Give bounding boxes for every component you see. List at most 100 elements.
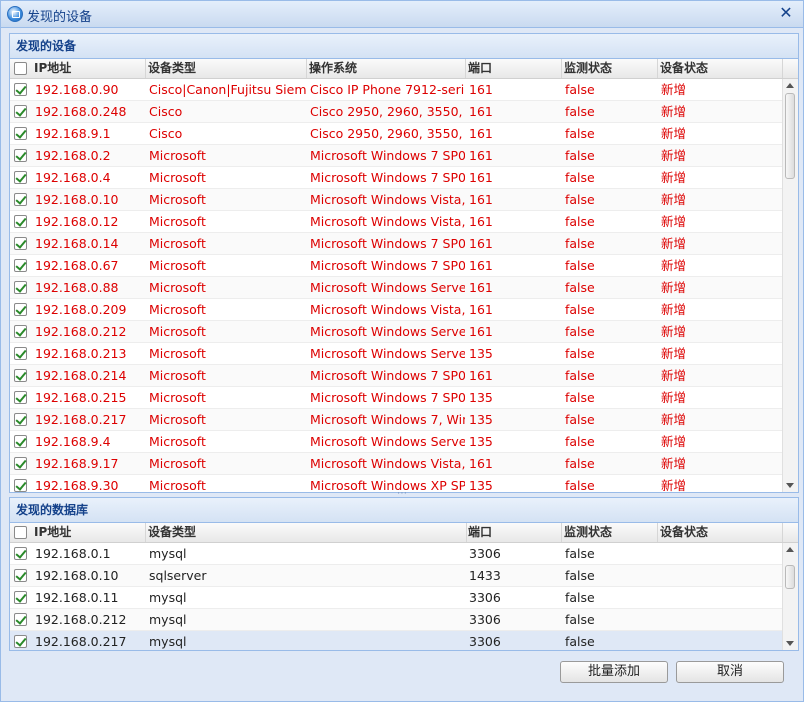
row-checkbox[interactable] — [14, 281, 27, 294]
row-checkbox[interactable] — [14, 413, 27, 426]
cell-os: Microsoft Windows 7 SP0 - SP1 — [310, 390, 465, 405]
column-header-monitor-status[interactable]: 监测状态 — [562, 523, 658, 542]
cell-device-type: Microsoft — [149, 478, 206, 492]
row-checkbox[interactable] — [14, 591, 27, 604]
window-title: 发现的设备 — [27, 10, 93, 25]
batch-add-button[interactable]: 批量添加 — [560, 661, 668, 683]
table-row[interactable]: 192.168.0.1 mysql 3306 false — [10, 543, 798, 565]
table-row[interactable]: 192.168.0.4 Microsoft Microsoft Windows 7 … — [10, 167, 798, 189]
table-row[interactable]: 192.168.9.4 Microsoft Microsoft Windows Se… — [10, 431, 798, 453]
table-row[interactable]: 192.168.0.215 Microsoft Microsoft Windows … — [10, 387, 798, 409]
discovered-devices-window: 发现的设备 ✕ 发现的设备 IP地址 设备类型 操作系统 端口 监测状态 设备状态 192… — [0, 0, 804, 702]
cell-ip: 192.168.0.214 — [35, 368, 127, 383]
column-header-ip[interactable]: IP地址 — [32, 59, 146, 78]
table-row[interactable]: 192.168.0.212 mysql 3306 false — [10, 609, 798, 631]
scroll-up-icon[interactable] — [786, 547, 794, 552]
devices-scrollbar[interactable] — [782, 79, 798, 492]
cell-port: 161 — [469, 368, 493, 383]
row-checkbox[interactable] — [14, 171, 27, 184]
row-checkbox[interactable] — [14, 83, 27, 96]
column-header-os[interactable]: 操作系统 — [307, 59, 466, 78]
cell-port: 161 — [469, 170, 493, 185]
column-header-device-status[interactable]: 设备状态 — [658, 523, 783, 542]
cell-device-status — [661, 609, 782, 630]
title-bar[interactable]: 发现的设备 ✕ — [1, 1, 803, 28]
row-checkbox[interactable] — [14, 435, 27, 448]
cell-device-type: Microsoft — [149, 280, 206, 295]
cell-port: 3306 — [469, 590, 501, 605]
cell-monitor-status: false — [565, 104, 595, 119]
table-row[interactable]: 192.168.0.90 Cisco|Canon|Fujitsu Siemens C… — [10, 79, 798, 101]
table-row[interactable]: 192.168.0.248 Cisco Cisco 2950, 2960, 3550… — [10, 101, 798, 123]
row-checkbox[interactable] — [14, 457, 27, 470]
cell-os: Microsoft Windows 7 SP0 - SP1 — [310, 236, 465, 251]
table-row[interactable]: 192.168.0.217 mysql 3306 false — [10, 631, 798, 650]
row-checkbox[interactable] — [14, 347, 27, 360]
column-header-device-type[interactable]: 设备类型 — [146, 523, 467, 542]
column-header-port[interactable]: 端口 — [466, 523, 562, 542]
table-row[interactable]: 192.168.0.217 Microsoft Microsoft Windows … — [10, 409, 798, 431]
row-checkbox[interactable] — [14, 547, 27, 560]
row-checkbox[interactable] — [14, 149, 27, 162]
cancel-button[interactable]: 取消 — [676, 661, 784, 683]
row-checkbox[interactable] — [14, 259, 27, 272]
row-checkbox[interactable] — [14, 569, 27, 582]
cell-os: Microsoft Windows Server 2003 — [310, 434, 465, 449]
table-row[interactable]: 192.168.0.2 Microsoft Microsoft Windows 7 … — [10, 145, 798, 167]
table-row[interactable]: 192.168.0.10 sqlserver 1433 false — [10, 565, 798, 587]
column-header-port[interactable]: 端口 — [466, 59, 562, 78]
table-row[interactable]: 192.168.0.214 Microsoft Microsoft Windows … — [10, 365, 798, 387]
cell-os: Microsoft Windows Server 2008 — [310, 324, 465, 339]
cell-os: Microsoft Windows Server 2003 — [310, 346, 465, 361]
cell-monitor-status: false — [565, 434, 595, 449]
table-row[interactable]: 192.168.0.11 mysql 3306 false — [10, 587, 798, 609]
cell-ip: 192.168.0.215 — [35, 390, 127, 405]
scroll-down-icon[interactable] — [786, 483, 794, 488]
row-checkbox[interactable] — [14, 105, 27, 118]
table-row[interactable]: 192.168.0.88 Microsoft Microsoft Windows S… — [10, 277, 798, 299]
cell-device-status: 新增 — [661, 82, 687, 97]
column-header-monitor-status[interactable]: 监测状态 — [562, 59, 658, 78]
cell-device-type: mysql — [149, 546, 187, 561]
column-header-ip[interactable]: IP地址 — [32, 523, 146, 542]
column-header-device-status[interactable]: 设备状态 — [658, 59, 783, 78]
cell-device-status: 新增 — [661, 214, 687, 229]
cell-port: 161 — [469, 148, 493, 163]
scroll-thumb[interactable] — [785, 565, 795, 589]
scroll-up-icon[interactable] — [786, 83, 794, 88]
table-row[interactable]: 192.168.0.212 Microsoft Microsoft Windows … — [10, 321, 798, 343]
row-checkbox[interactable] — [14, 391, 27, 404]
row-checkbox[interactable] — [14, 325, 27, 338]
row-checkbox[interactable] — [14, 613, 27, 626]
table-row[interactable]: 192.168.0.209 Microsoft Microsoft Windows … — [10, 299, 798, 321]
row-checkbox[interactable] — [14, 303, 27, 316]
cell-ip: 192.168.0.10 — [35, 192, 119, 207]
row-checkbox[interactable] — [14, 215, 27, 228]
table-row[interactable]: 192.168.0.213 Microsoft Microsoft Windows … — [10, 343, 798, 365]
scroll-down-icon[interactable] — [786, 641, 794, 646]
cell-device-status: 新增 — [661, 148, 687, 163]
table-row[interactable]: 192.168.0.67 Microsoft Microsoft Windows 7… — [10, 255, 798, 277]
cell-port: 3306 — [469, 634, 501, 649]
row-checkbox[interactable] — [14, 635, 27, 648]
close-icon[interactable]: ✕ — [777, 4, 795, 22]
row-checkbox[interactable] — [14, 237, 27, 250]
row-checkbox[interactable] — [14, 369, 27, 382]
databases-scrollbar[interactable] — [782, 543, 798, 650]
table-row[interactable]: 192.168.9.1 Cisco Cisco 2950, 2960, 3550, … — [10, 123, 798, 145]
select-all-checkbox[interactable] — [14, 62, 27, 75]
table-row[interactable]: 192.168.9.17 Microsoft Microsoft Windows V… — [10, 453, 798, 475]
cell-port: 135 — [469, 478, 493, 492]
column-header-device-type[interactable]: 设备类型 — [146, 59, 307, 78]
row-checkbox[interactable] — [14, 193, 27, 206]
cell-port: 161 — [469, 280, 493, 295]
select-all-checkbox[interactable] — [14, 526, 27, 539]
table-row[interactable]: 192.168.0.10 Microsoft Microsoft Windows V… — [10, 189, 798, 211]
row-checkbox[interactable] — [14, 127, 27, 140]
databases-panel: 发现的数据库 IP地址 设备类型 端口 监测状态 设备状态 192.168.0.1 mys… — [9, 497, 799, 651]
table-row[interactable]: 192.168.0.14 Microsoft Microsoft Windows 7… — [10, 233, 798, 255]
databases-grid-header: IP地址 设备类型 端口 监测状态 设备状态 — [10, 523, 798, 543]
scroll-thumb[interactable] — [785, 93, 795, 179]
cell-os: Microsoft Windows Vista, Windows 7 — [310, 192, 465, 207]
table-row[interactable]: 192.168.0.12 Microsoft Microsoft Windows V… — [10, 211, 798, 233]
